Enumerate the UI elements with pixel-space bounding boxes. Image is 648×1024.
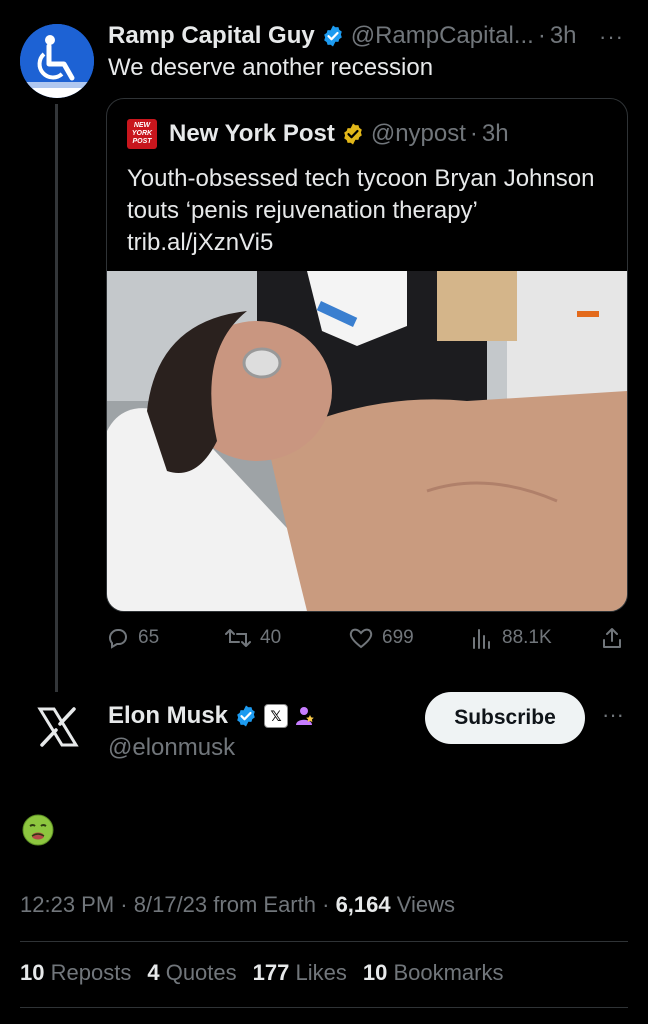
tweet-text: We deserve another recession <box>108 54 434 81</box>
nypost-logo: NEW YORK POST <box>127 119 157 149</box>
quoted-tweet-time: 3h <box>481 120 509 147</box>
like-count: 699 <box>382 627 414 648</box>
tweet-timestamp[interactable]: 12:23 PM <box>20 892 114 917</box>
share-icon <box>603 628 621 648</box>
repost-icon <box>225 629 251 647</box>
tweet-date[interactable]: 8/17/23 <box>134 892 207 917</box>
repost-button[interactable]: 40 <box>224 626 281 650</box>
separator-dot: · <box>120 892 128 917</box>
repost-count: 40 <box>260 627 282 648</box>
tweet-time[interactable]: 3h <box>550 22 577 50</box>
quoted-tweet-card[interactable]: NEW YORK POST New York Post @nypost · 3h… <box>106 98 628 612</box>
avatar[interactable] <box>20 24 94 98</box>
person-star-icon <box>296 707 314 725</box>
reply-tweet-header: Elon Musk 𝕏 <box>108 702 316 730</box>
author-name[interactable]: Ramp Capital Guy <box>108 22 315 50</box>
wheelchair-accessibility-icon <box>20 24 94 98</box>
tweet-metadata: 12:23 PM · 8/17/23 from Earth · 6,164 Vi… <box>20 892 455 918</box>
like-button[interactable]: 699 <box>348 626 414 650</box>
divider <box>20 941 628 942</box>
thread-line <box>55 104 58 692</box>
separator-dot: · <box>322 892 330 917</box>
quoted-author-handle: @nypost <box>370 120 466 147</box>
parent-tweet-header: Ramp Capital Guy @RampCapital... · 3h <box>108 20 628 52</box>
tweet-source: from Earth <box>213 892 316 917</box>
author-handle[interactable]: @RampCapital... <box>351 22 534 50</box>
quotes-stat[interactable]: 4 Quotes <box>147 960 236 986</box>
author-name[interactable]: Elon Musk <box>108 702 228 730</box>
author-handle[interactable]: @elonmusk <box>108 734 235 762</box>
views-button[interactable]: 88.1K <box>470 626 552 650</box>
reply-count: 65 <box>138 627 160 648</box>
separator-dot: · <box>537 22 546 49</box>
x-logo-avatar-icon[interactable] <box>36 705 80 749</box>
quoted-tweet-text: Youth-obsessed tech tycoon Bryan Johnson… <box>127 165 595 256</box>
subscribe-button[interactable]: Subscribe <box>425 692 585 744</box>
tweet-actions: 65 40 699 88.1K <box>106 622 628 658</box>
more-options-icon[interactable]: ··· <box>599 24 624 50</box>
separator-dot: · <box>469 120 478 147</box>
more-options-icon[interactable]: ··· <box>602 702 624 728</box>
reply-button[interactable]: 65 <box>106 626 159 650</box>
views-label: Views <box>396 892 456 917</box>
verified-gold-badge-icon <box>344 123 362 145</box>
divider <box>20 1007 628 1008</box>
verified-badge-icon <box>237 705 255 727</box>
tweet-photo[interactable] <box>107 271 627 611</box>
views-count: 88.1K <box>502 627 552 648</box>
analytics-icon <box>473 629 490 649</box>
likes-stat[interactable]: 177 Likes <box>253 960 347 986</box>
quoted-tweet-header: NEW YORK POST New York Post @nypost · 3h <box>127 119 509 149</box>
x-affiliate-badge[interactable]: 𝕏 <box>264 704 289 728</box>
views-total: 6,164 <box>335 892 391 917</box>
reply-icon <box>108 628 127 649</box>
share-button[interactable] <box>600 626 632 650</box>
engagement-stats: 10 Reposts 4 Quotes 177 Likes 10 Bookmar… <box>20 960 504 986</box>
reposts-stat[interactable]: 10 Reposts <box>20 960 131 986</box>
bookmarks-stat[interactable]: 10 Bookmarks <box>363 960 504 986</box>
nauseated-face-icon <box>22 814 54 846</box>
heart-icon <box>349 628 373 649</box>
quoted-author-name: New York Post <box>169 120 335 147</box>
verified-badge-icon <box>323 25 342 47</box>
